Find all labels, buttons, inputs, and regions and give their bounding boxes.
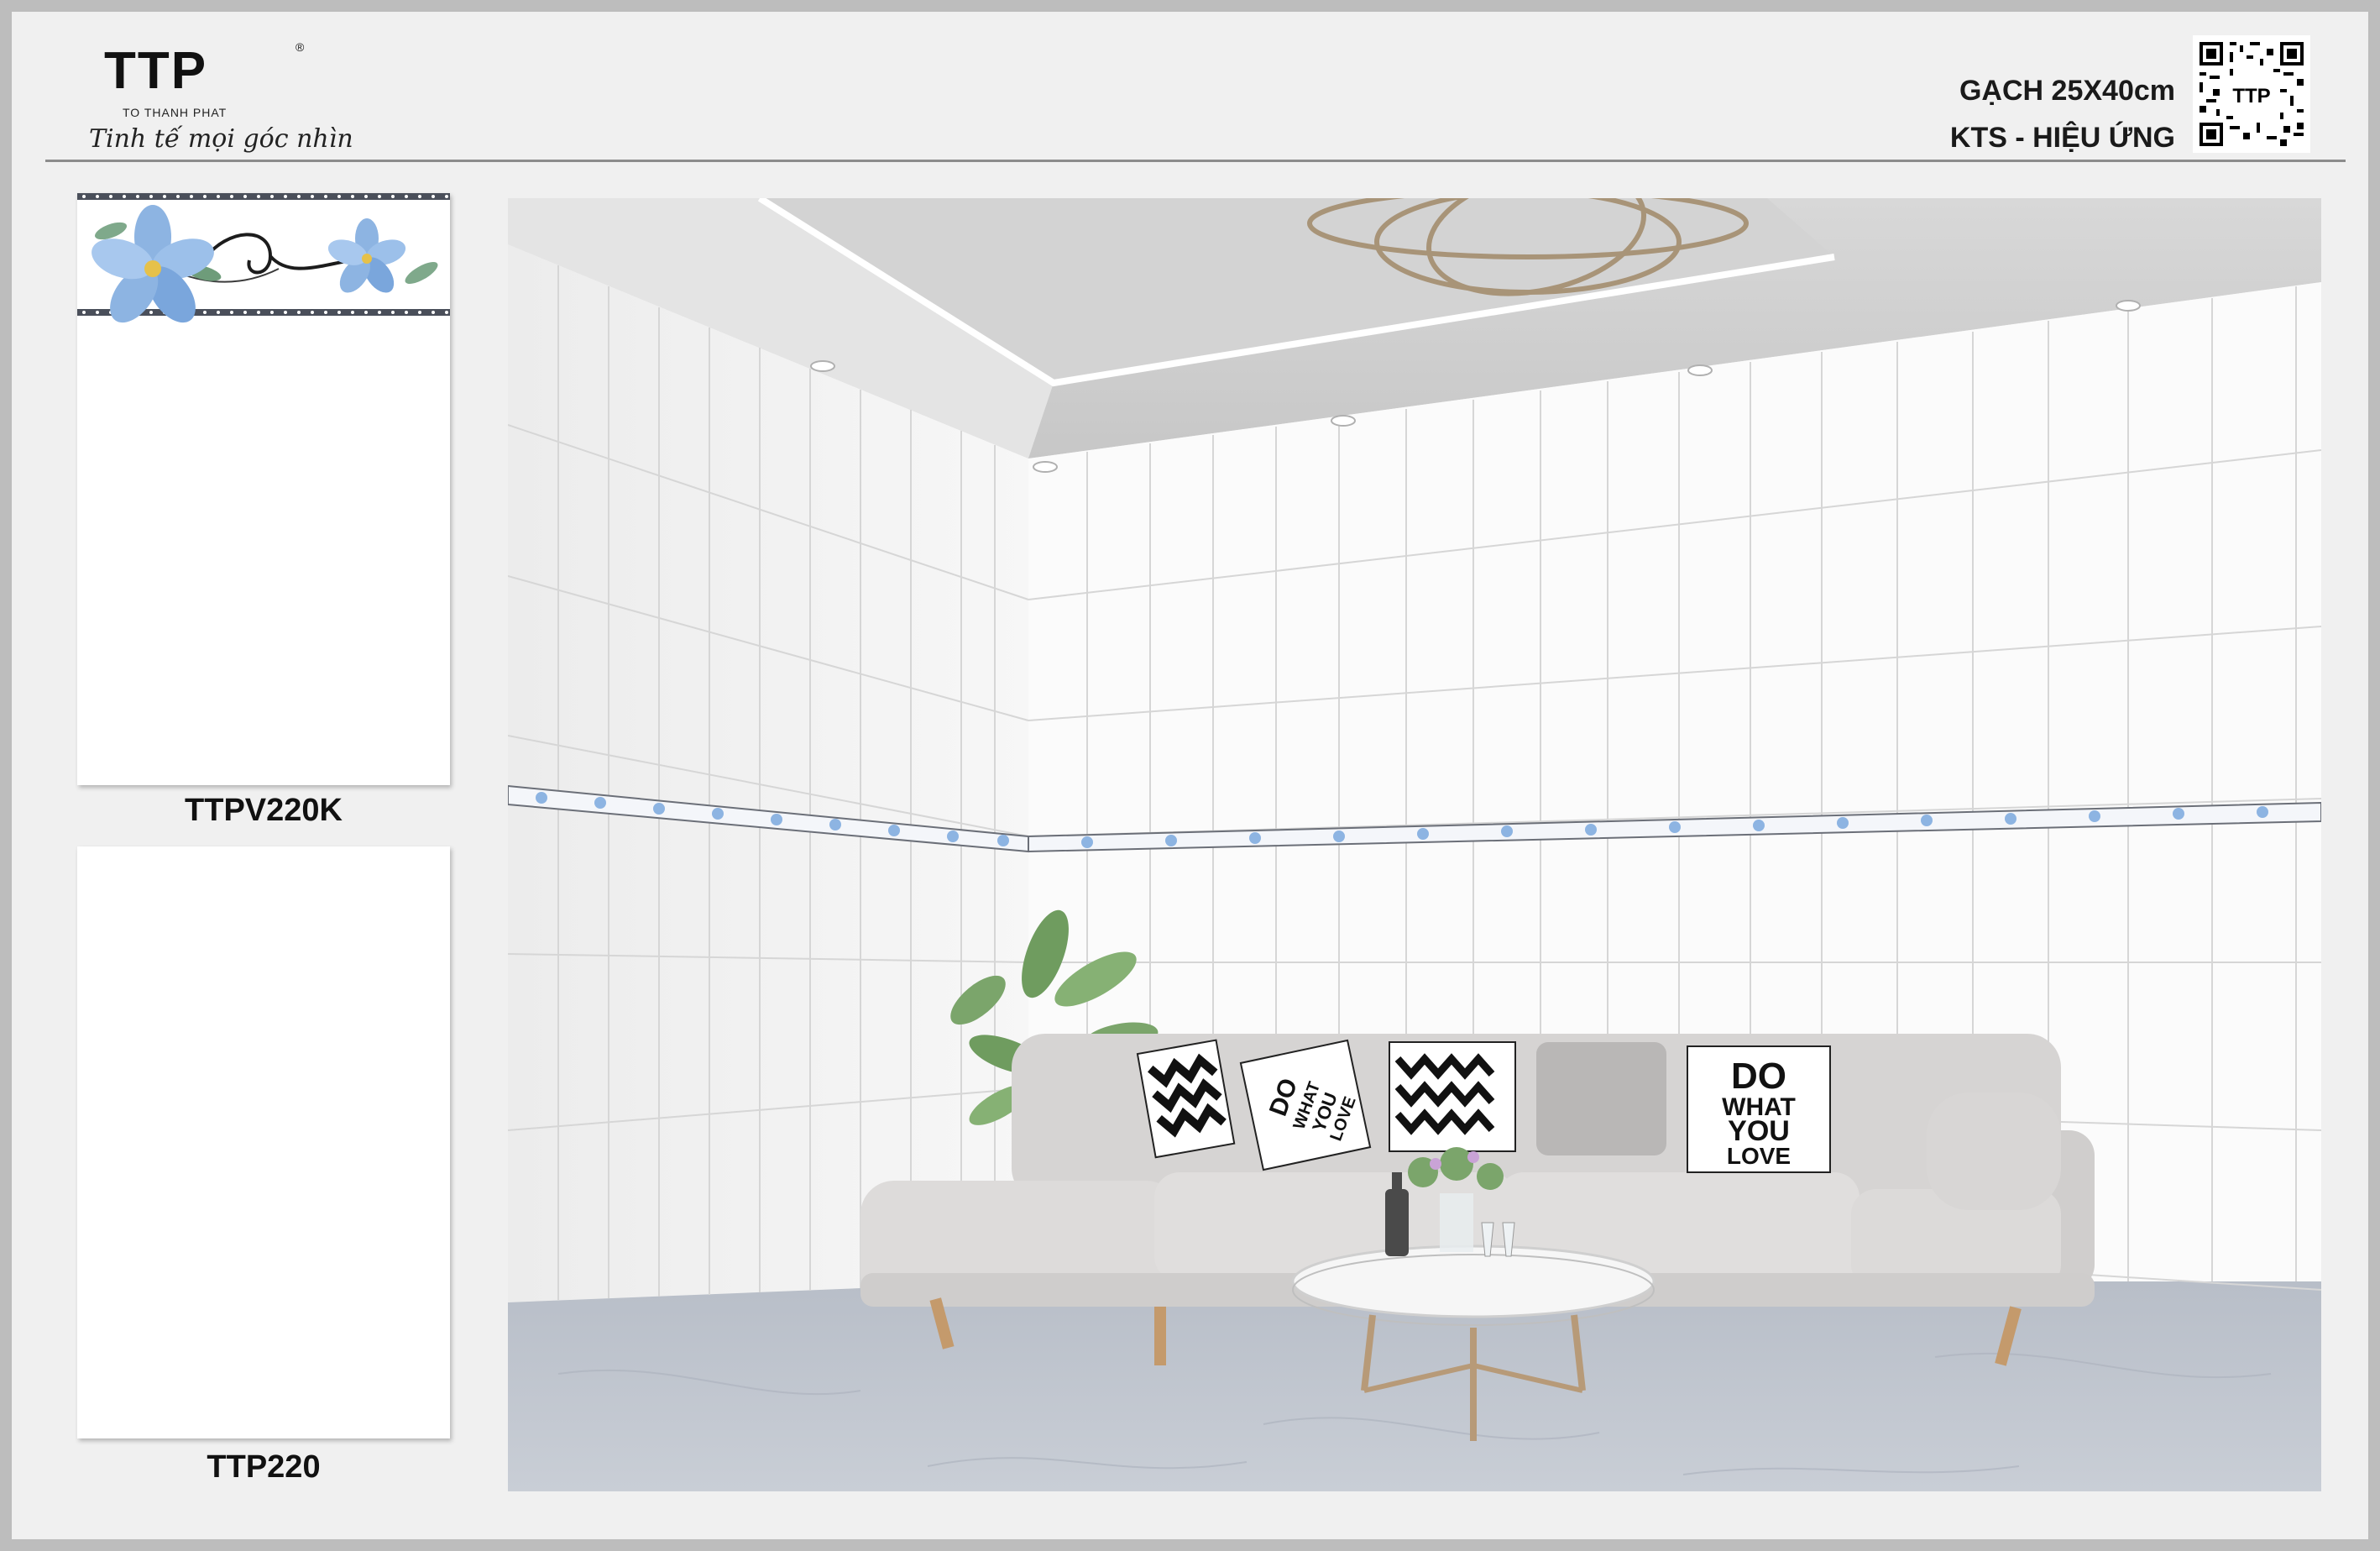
swatch-label-border: TTPV220K [185, 793, 343, 828]
pillow-zigzag-1 [1136, 1039, 1236, 1159]
swatch-border-tile[interactable] [77, 193, 450, 785]
spec-finish: KTS - HIỆU ỨNG [1949, 122, 2175, 154]
qr-icon: TTP [2200, 42, 2304, 146]
pillow2-line4: LOVE [1727, 1143, 1791, 1169]
brand-logo: TTP ® TO THANH PHAT Tinh tế mọi góc nhìn [89, 37, 353, 163]
pillow-zigzag-2 [1389, 1041, 1516, 1152]
pillow-do-what-you-love: DO WHAT YOU LOVE [1687, 1045, 1831, 1173]
spec-size: GẠCH 25X40cm [1959, 75, 2175, 107]
brand-subtitle: TO THANH PHAT [123, 106, 228, 119]
brand-tagline: Tinh tế mọi góc nhìn [89, 124, 353, 154]
flower-border-pattern [77, 193, 450, 785]
swatch-label-plain: TTP220 [207, 1449, 321, 1485]
product-spec: GẠCH 25X40cm KTS - HIỆU ỨNG [1950, 67, 2175, 161]
catalog-sheet: TTP ® TO THANH PHAT Tinh tế mọi góc nhìn… [12, 12, 2368, 1539]
registered-mark: ® [296, 40, 305, 54]
qr-center-label: TTP [2232, 85, 2270, 107]
pillow-grey [1536, 1042, 1666, 1155]
room-render: DO WHAT YOU LOVE DO WHAT YOU LOVE [507, 167, 2322, 1491]
header-divider [45, 160, 2346, 162]
living-room-illustration: DO WHAT YOU LOVE DO WHAT YOU LOVE [507, 167, 2322, 1491]
brand-mark: TTP [104, 42, 208, 100]
pillow-do-what-you-love-tilted: DO WHAT YOU LOVE [1239, 1039, 1372, 1171]
qr-code[interactable]: TTP [2193, 35, 2310, 153]
pillow2-line1: DO [1731, 1056, 1786, 1097]
swatch-plain-tile[interactable] [77, 846, 450, 1438]
